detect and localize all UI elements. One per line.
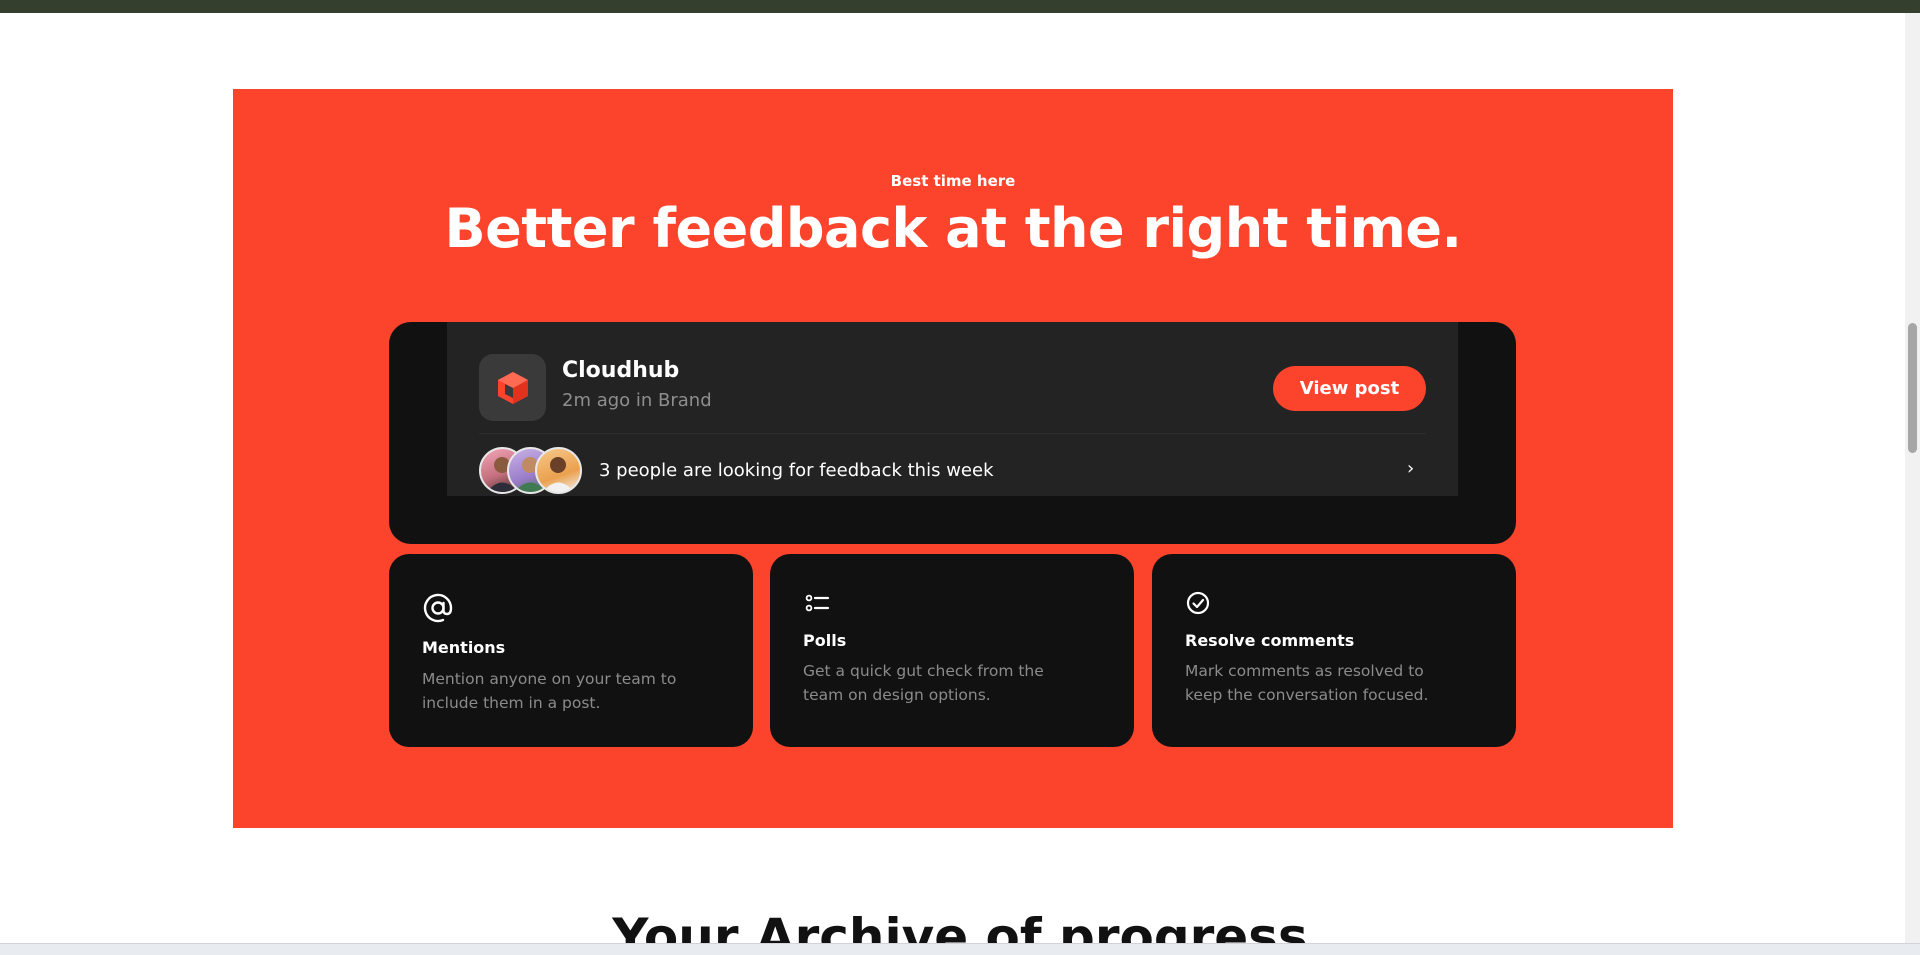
feature-title: Polls — [803, 631, 847, 650]
check-circle-icon — [1184, 588, 1218, 622]
avatar — [535, 447, 582, 494]
chevron-right-icon[interactable]: › — [1407, 458, 1414, 479]
divider — [479, 433, 1426, 434]
hero-headline: Better feedback at the right time. — [444, 197, 1463, 260]
cube-icon — [479, 354, 546, 421]
scrollbar-thumb[interactable] — [1908, 323, 1917, 453]
feature-title: Resolve comments — [1185, 631, 1355, 650]
os-taskbar — [0, 943, 1920, 955]
browser-top-strip — [0, 0, 1920, 13]
view-post-button[interactable]: View post — [1273, 366, 1426, 411]
feature-card-mentions: Mentions Mention anyone on your team to … — [389, 554, 753, 747]
feature-title: Mentions — [422, 638, 506, 657]
list-icon — [802, 588, 836, 622]
hero-eyebrow: Best time here — [890, 172, 1016, 190]
avatar-group[interactable] — [479, 447, 589, 496]
feature-description: Get a quick gut check from the team on d… — [803, 662, 1044, 704]
feedback-hero-section: Best time here Better feedback at the ri… — [233, 89, 1673, 828]
scrollbar-track[interactable] — [1905, 13, 1920, 943]
feature-card-resolve: Resolve comments Mark comments as resolv… — [1152, 554, 1516, 747]
feature-description: Mention anyone on your team to include t… — [422, 670, 677, 712]
post-preview-inner: Cloudhub 2m ago in Brand View post 3 peo… — [447, 322, 1458, 496]
post-preview-card: Cloudhub 2m ago in Brand View post 3 peo… — [389, 322, 1516, 544]
feature-card-polls: Polls Get a quick gut check from the tea… — [770, 554, 1134, 747]
feature-description: Mark comments as resolved to keep the co… — [1185, 662, 1429, 704]
feedback-people-text[interactable]: 3 people are looking for feedback this w… — [599, 460, 994, 481]
post-meta: 2m ago in Brand — [562, 390, 712, 411]
at-sign-icon — [421, 591, 455, 625]
brand-name[interactable]: Cloudhub — [562, 358, 679, 383]
